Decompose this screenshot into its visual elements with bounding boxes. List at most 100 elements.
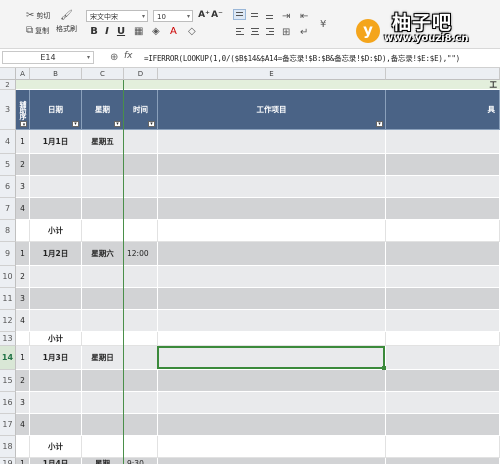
row-header-3[interactable]: 3 — [0, 90, 16, 130]
cell-a7[interactable]: 4 — [16, 198, 30, 220]
row-header-8[interactable]: 8 — [0, 220, 16, 242]
cell-b10[interactable] — [30, 266, 82, 288]
row-header-2[interactable]: 2 — [0, 80, 16, 90]
cell-c16[interactable] — [82, 392, 124, 414]
extra-column-header[interactable]: 具 — [386, 90, 500, 130]
cell-e10[interactable] — [158, 266, 386, 288]
filter-dropdown-icon[interactable]: ▾ — [72, 121, 79, 127]
indent-icon[interactable]: ⇥ — [282, 12, 290, 22]
cell-c9[interactable]: 星期六 — [82, 242, 124, 266]
cell-f14[interactable] — [386, 346, 500, 370]
helper-column-header[interactable]: 辅助序 ▾ — [16, 90, 30, 130]
column-header-e[interactable]: E — [158, 68, 386, 80]
cell-c13[interactable] — [82, 332, 124, 346]
underline-button[interactable]: U — [115, 26, 127, 37]
font-name-select[interactable]: 宋文中宋 ▾ — [86, 10, 148, 22]
cell-a10[interactable]: 2 — [16, 266, 30, 288]
font-size-select[interactable]: 10 ▾ — [153, 10, 193, 22]
align-middle-button[interactable] — [248, 9, 261, 20]
number-format-icon[interactable]: ¥ — [320, 20, 326, 30]
select-all-corner[interactable] — [0, 68, 16, 80]
merge-cells-icon[interactable]: ⊞ — [282, 28, 290, 38]
cell-f17[interactable] — [386, 414, 500, 436]
cell-c5[interactable] — [82, 154, 124, 176]
row-header-12[interactable]: 12 — [0, 310, 16, 332]
align-right-button[interactable] — [263, 25, 276, 36]
column-header-d[interactable]: D — [124, 68, 158, 80]
time-column-header[interactable]: 时间 ▾ — [124, 90, 158, 130]
cell-a8[interactable] — [16, 220, 30, 242]
copy-button[interactable]: ⧉ 复制 — [26, 26, 49, 36]
cell-d10[interactable] — [124, 266, 158, 288]
cell-e11[interactable] — [158, 288, 386, 310]
cell-d16[interactable] — [124, 392, 158, 414]
cell-c7[interactable] — [82, 198, 124, 220]
cell-b16[interactable] — [30, 392, 82, 414]
name-box[interactable]: E14 ▾ — [2, 51, 94, 64]
cell-f9[interactable] — [386, 242, 500, 266]
cell-b9[interactable]: 1月2日 — [30, 242, 82, 266]
cell-a18[interactable] — [16, 436, 30, 458]
cell-b4[interactable]: 1月1日 — [30, 130, 82, 154]
fill-color-icon[interactable]: ◈ — [152, 27, 160, 37]
cell-f6[interactable] — [386, 176, 500, 198]
work-column-header[interactable]: 工作项目 ▾ — [158, 90, 386, 130]
bold-button[interactable]: B — [88, 26, 100, 37]
cell-b17[interactable] — [30, 414, 82, 436]
font-grow-button[interactable]: A⁺ — [198, 10, 210, 20]
align-center-button[interactable] — [248, 25, 261, 36]
row-header-15[interactable]: 15 — [0, 370, 16, 392]
date-column-header[interactable]: 日期 ▾ — [30, 90, 82, 130]
filter-dropdown-icon[interactable]: ▾ — [148, 121, 155, 127]
cell-b13[interactable]: 小计 — [30, 332, 82, 346]
cell-a15[interactable]: 2 — [16, 370, 30, 392]
column-header-f[interactable] — [386, 68, 500, 80]
title-cell[interactable]: 工 — [16, 80, 500, 90]
outdent-icon[interactable]: ⇤ — [300, 12, 308, 22]
cell-d7[interactable] — [124, 198, 158, 220]
cell-f15[interactable] — [386, 370, 500, 392]
cell-d8[interactable] — [124, 220, 158, 242]
row-header-14[interactable]: 14 — [0, 346, 16, 370]
row-header-7[interactable]: 7 — [0, 198, 16, 220]
cell-d9[interactable]: 12:00 — [124, 242, 158, 266]
formula-input[interactable]: =IFERROR(LOOKUP(1,0/($B$14&$A14=备忘录!$B:$… — [144, 53, 460, 64]
cell-d12[interactable] — [124, 310, 158, 332]
cell-b12[interactable] — [30, 310, 82, 332]
cell-e6[interactable] — [158, 176, 386, 198]
cell-d6[interactable] — [124, 176, 158, 198]
cell-c4[interactable]: 星期五 — [82, 130, 124, 154]
cell-e19[interactable] — [158, 458, 386, 464]
filter-dropdown-icon[interactable]: ▾ — [20, 121, 27, 127]
cell-d15[interactable] — [124, 370, 158, 392]
cell-f5[interactable] — [386, 154, 500, 176]
cell-b18[interactable]: 小计 — [30, 436, 82, 458]
row-header-11[interactable]: 11 — [0, 288, 16, 310]
align-bottom-button[interactable] — [263, 9, 276, 20]
row-header-4[interactable]: 4 — [0, 130, 16, 154]
cell-d19[interactable]: 9:30 — [124, 458, 158, 464]
clear-format-icon[interactable]: ◇ — [188, 27, 196, 37]
cell-a4[interactable]: 1 — [16, 130, 30, 154]
cell-c19[interactable]: 星期 — [82, 458, 124, 464]
column-header-c[interactable]: C — [82, 68, 124, 80]
cell-c11[interactable] — [82, 288, 124, 310]
cell-d13[interactable] — [124, 332, 158, 346]
wrap-text-icon[interactable]: ↵ — [300, 28, 308, 38]
cell-c15[interactable] — [82, 370, 124, 392]
cell-b5[interactable] — [30, 154, 82, 176]
weekday-column-header[interactable]: 星期 ▾ — [82, 90, 124, 130]
cell-b11[interactable] — [30, 288, 82, 310]
row-header-13[interactable]: 13 — [0, 332, 16, 346]
column-header-a[interactable]: A — [16, 68, 30, 80]
cell-c6[interactable] — [82, 176, 124, 198]
border-icon[interactable]: ▦ — [134, 27, 143, 37]
fill-handle[interactable] — [382, 366, 386, 370]
insert-function-button[interactable]: fx — [124, 51, 133, 61]
cell-d14[interactable] — [124, 346, 158, 370]
cell-f7[interactable] — [386, 198, 500, 220]
cell-a16[interactable]: 3 — [16, 392, 30, 414]
cell-e4[interactable] — [158, 130, 386, 154]
format-painter-button[interactable]: 🖌 格式刷 — [56, 11, 77, 34]
cell-c18[interactable] — [82, 436, 124, 458]
